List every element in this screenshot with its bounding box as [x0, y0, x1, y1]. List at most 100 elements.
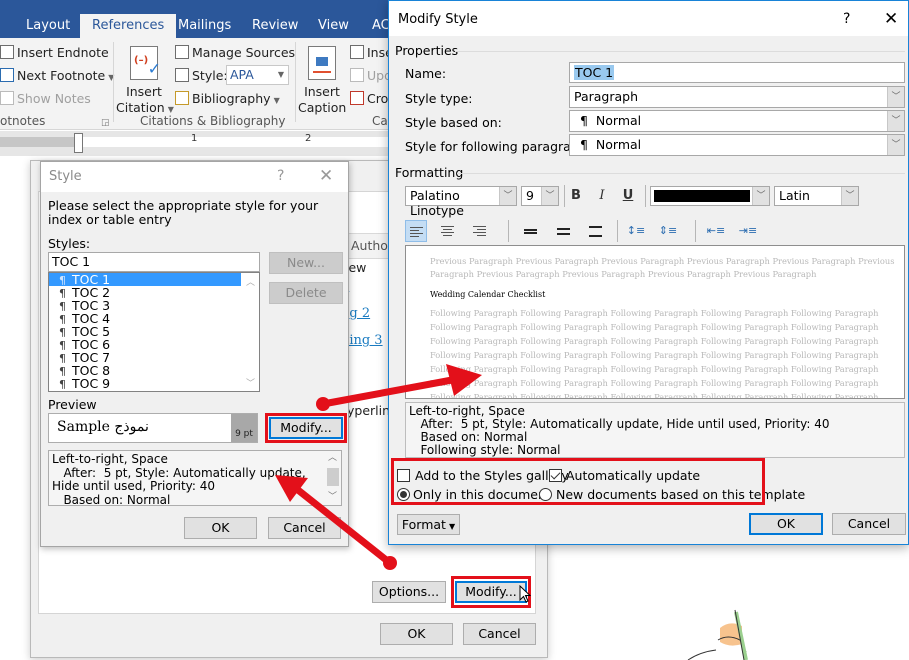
- preview-size: 9 pt: [231, 414, 257, 442]
- following-paragraph-select[interactable]: ¶ Normal ﹀: [569, 134, 905, 156]
- chevron-down-icon[interactable]: ﹀: [887, 111, 904, 131]
- styles-list[interactable]: ¶ TOC 1 ¶ TOC 2 ¶ TOC 3 ¶ TOC 4 ¶ TOC 5 ¶ TOC 6 ¶ TOC…: [48, 272, 260, 392]
- font-color-swatch: [654, 190, 750, 202]
- font-color-select[interactable]: ﹀: [650, 186, 770, 206]
- scroll-up-icon[interactable]: ︿: [246, 275, 255, 288]
- toc-modify-button[interactable]: Modify...: [455, 581, 527, 603]
- toc-cancel-button[interactable]: Cancel: [463, 623, 536, 645]
- close-icon[interactable]: ✕: [319, 166, 333, 186]
- only-this-document-label: Only in this document: [413, 487, 551, 502]
- style-list-item[interactable]: ¶ TOC 9: [49, 377, 241, 391]
- citations-group-label: Citations & Bibliography: [140, 114, 286, 128]
- insert-table-of-figures-button[interactable]: Inse: [350, 45, 393, 60]
- scroll-up-icon[interactable]: ︿: [328, 452, 337, 466]
- style-icon: [175, 68, 189, 82]
- show-notes-button[interactable]: Show Notes: [0, 91, 91, 106]
- help-button[interactable]: ?: [277, 168, 284, 184]
- double-spacing-button[interactable]: [585, 220, 607, 242]
- script-select[interactable]: Latin ﹀: [774, 186, 859, 206]
- preview-following-paragraph: Following Paragraph Following Paragraph …: [430, 322, 879, 332]
- scroll-down-icon[interactable]: ﹀: [246, 376, 255, 389]
- style-type-label: Style type:: [405, 91, 473, 106]
- bibliography-button[interactable]: Bibliography ▼: [175, 91, 280, 106]
- show-notes-icon: [0, 91, 14, 105]
- styles-input[interactable]: TOC 1: [48, 252, 260, 272]
- one-half-spacing-button[interactable]: [553, 220, 575, 242]
- tab-mailings[interactable]: Mailings: [166, 14, 243, 38]
- auto-update-checkbox[interactable]: [549, 469, 562, 482]
- tab-review[interactable]: Review: [240, 14, 310, 38]
- update-table-icon: [350, 68, 364, 82]
- chevron-down-icon[interactable]: ﹀: [887, 87, 904, 107]
- style-ok-button[interactable]: OK: [184, 517, 257, 539]
- decrease-paragraph-spacing-icon[interactable]: ⇕≡: [657, 220, 679, 242]
- delete-style-button[interactable]: Delete: [269, 282, 343, 304]
- toc-options-button[interactable]: Options...: [372, 581, 446, 603]
- close-icon[interactable]: ✕: [884, 9, 898, 29]
- citation-style-select[interactable]: APA ▼: [226, 65, 289, 85]
- format-menu-button[interactable]: Format ▼: [397, 514, 460, 535]
- style-cancel-button[interactable]: Cancel: [268, 517, 341, 539]
- insert-caption-button[interactable]: Insert Caption: [298, 46, 346, 116]
- underline-button[interactable]: U: [617, 185, 639, 207]
- toc-ok-button[interactable]: OK: [380, 623, 453, 645]
- chevron-down-icon[interactable]: ﹀: [541, 187, 558, 205]
- align-center-button[interactable]: [437, 220, 459, 242]
- new-documents-template-radio[interactable]: [539, 488, 552, 501]
- chevron-down-icon[interactable]: ﹀: [499, 187, 516, 205]
- increase-indent-icon[interactable]: ⇥≡: [737, 220, 759, 242]
- preview-sample-text: Sample نموذج: [57, 419, 149, 435]
- dialog-launcher-icon[interactable]: ◲: [101, 118, 110, 128]
- increase-paragraph-spacing-icon[interactable]: ↕≡: [625, 220, 647, 242]
- bibliography-icon: [175, 91, 189, 105]
- chevron-down-icon[interactable]: ﹀: [887, 135, 904, 155]
- group-separator: [113, 42, 114, 122]
- indent-marker[interactable]: [74, 133, 83, 153]
- insert-citation-button[interactable]: (–) ✓ Insert Citation ▼: [116, 46, 174, 118]
- name-input[interactable]: TOC 1: [569, 62, 905, 83]
- font-size-select[interactable]: 9 ﹀: [521, 186, 559, 206]
- endnote-icon: [0, 45, 14, 59]
- update-table-button[interactable]: Upd: [350, 68, 392, 83]
- only-this-document-radio[interactable]: [397, 488, 410, 501]
- bold-button[interactable]: B: [565, 185, 587, 207]
- next-footnote-button[interactable]: Next Footnote ▼: [0, 68, 114, 83]
- help-button[interactable]: ?: [843, 11, 850, 27]
- preview-following-paragraph: Following Paragraph Following Paragraph …: [430, 364, 879, 374]
- style-modify-button[interactable]: Modify...: [269, 417, 343, 439]
- dialog-title: Modify Style: [398, 12, 478, 27]
- insert-endnote-button[interactable]: Insert Endnote: [0, 45, 109, 60]
- tab-layout[interactable]: Layout: [14, 14, 82, 38]
- align-left-button[interactable]: [405, 220, 427, 242]
- description-scrollbar[interactable]: ︿ ﹀: [326, 452, 340, 504]
- new-style-button[interactable]: New...: [269, 252, 343, 274]
- font-name-select[interactable]: Palatino Linotype ﹀: [405, 186, 517, 218]
- add-to-gallery-checkbox[interactable]: [397, 469, 410, 482]
- scroll-down-icon[interactable]: ﹀: [328, 491, 337, 505]
- modify-cancel-button[interactable]: Cancel: [832, 513, 906, 535]
- add-to-gallery-label: Add to the Styles gallery: [415, 468, 569, 483]
- italic-button[interactable]: I: [591, 185, 613, 207]
- modify-ok-button[interactable]: OK: [749, 513, 823, 535]
- tab-references[interactable]: References: [80, 14, 177, 38]
- style-label: Style:: [175, 68, 228, 83]
- style-preview-pane: Previous Paragraph Previous Paragraph Pr…: [405, 245, 905, 399]
- align-right-button[interactable]: [469, 220, 491, 242]
- cross-reference-button[interactable]: Cro: [350, 91, 388, 106]
- tab-view[interactable]: View: [306, 14, 361, 38]
- style-type-select[interactable]: Paragraph ﹀: [569, 86, 905, 108]
- style-preview: Sample نموذج 9 pt: [48, 413, 258, 443]
- single-spacing-button[interactable]: [520, 220, 542, 242]
- style-based-on-label: Style based on:: [405, 115, 502, 130]
- decrease-indent-icon[interactable]: ⇤≡: [705, 220, 727, 242]
- manage-sources-button[interactable]: Manage Sources: [175, 45, 295, 60]
- paragraph-mark-icon: ¶: [59, 378, 66, 391]
- preview-previous-paragraph: Paragraph Previous Paragraph Previous Pa…: [430, 269, 817, 279]
- preview-following-paragraph: Following Paragraph Following Paragraph …: [430, 336, 879, 346]
- chevron-down-icon[interactable]: ﹀: [752, 187, 769, 205]
- preview-following-paragraph: Following Paragraph Following Paragraph …: [430, 350, 879, 360]
- chevron-down-icon[interactable]: ﹀: [841, 187, 858, 205]
- styles-list-scrollbar[interactable]: ︿ ﹀: [243, 273, 259, 391]
- style-dialog-titlebar: Style ? ✕: [41, 162, 348, 192]
- style-based-on-select[interactable]: ¶ Normal ﹀: [569, 110, 905, 132]
